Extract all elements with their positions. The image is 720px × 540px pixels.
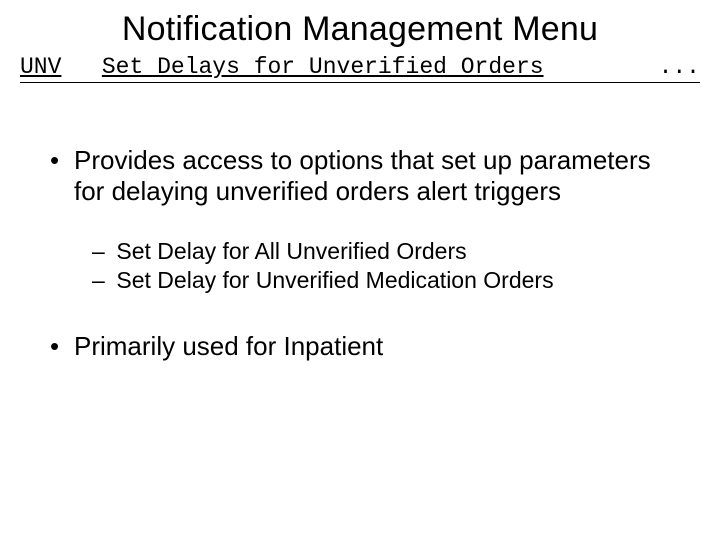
sub-bullet-text: Set Delay for All Unverified Orders bbox=[116, 238, 466, 264]
sub-bullet-item: – Set Delay for All Unverified Orders bbox=[92, 238, 670, 265]
sub-bullet-text: Set Delay for Unverified Medication Orde… bbox=[116, 267, 553, 293]
menu-label: Set Delays for Unverified Orders bbox=[102, 54, 544, 80]
dash-icon: – bbox=[92, 238, 110, 265]
bullet-text: Provides access to options that set up p… bbox=[74, 145, 670, 206]
slide: Notification Management Menu UNV Set Del… bbox=[0, 0, 720, 540]
sub-bullet-item: – Set Delay for Unverified Medication Or… bbox=[92, 267, 670, 294]
menu-option-row: UNV Set Delays for Unverified Orders ... bbox=[20, 54, 700, 83]
bullet-text: Primarily used for Inpatient bbox=[74, 331, 383, 362]
menu-ellipsis: ... bbox=[659, 54, 700, 80]
menu-code: UNV bbox=[20, 54, 61, 80]
bullet-item: • Primarily used for Inpatient bbox=[50, 331, 670, 362]
bullet-item: • Provides access to options that set up… bbox=[50, 145, 670, 206]
bullet-dot-icon: • bbox=[50, 145, 74, 206]
dash-icon: – bbox=[92, 267, 110, 294]
slide-body: • Provides access to options that set up… bbox=[50, 145, 670, 393]
slide-title: Notification Management Menu bbox=[0, 10, 720, 49]
spacer bbox=[50, 297, 670, 331]
bullet-dot-icon: • bbox=[50, 331, 74, 362]
